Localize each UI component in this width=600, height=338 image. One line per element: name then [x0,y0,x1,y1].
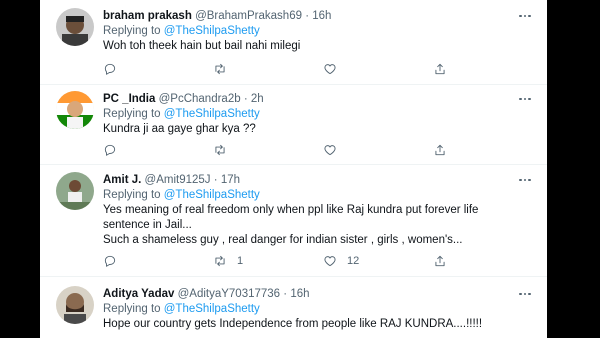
display-name[interactable]: Amit J. [103,174,141,186]
tweet-actions [103,62,473,76]
mention-link[interactable]: @TheShilpaShetty [164,189,260,201]
mention-link[interactable]: @TheShilpaShetty [164,303,260,315]
like-icon [324,256,336,267]
mention-link[interactable]: @TheShilpaShetty [164,108,260,120]
tweet-header: braham prakash @BrahamPrakash69 · 16h [103,10,332,22]
tweet-header: Amit J. @Amit9125J · 17h [103,174,240,186]
share-icon [435,63,445,75]
share-button[interactable] [433,62,473,76]
retweet-button[interactable] [213,62,253,76]
more-icon[interactable] [517,175,533,185]
like-button[interactable] [323,62,363,76]
display-name[interactable]: PC _India [103,93,155,105]
like-button[interactable]: 12 [323,254,363,268]
avatar[interactable] [56,91,94,129]
tweet-text: Yes meaning of real freedom only when pp… [103,204,479,246]
avatar[interactable] [56,286,94,324]
share-icon [435,255,445,267]
reply-button[interactable] [103,143,143,157]
share-button[interactable] [433,143,473,157]
replying-to: Replying to @TheShilpaShetty [103,25,260,37]
replying-to: Replying to @TheShilpaShetty [103,189,260,201]
like-button[interactable] [323,143,363,157]
tweet[interactable]: braham prakash @BrahamPrakash69 · 16h Re… [40,0,547,85]
retweet-icon [215,144,225,156]
tweet-text: Hope our country gets Independence from … [103,318,483,330]
like-icon [324,145,336,156]
handle[interactable]: @PcChandra2b [159,93,241,105]
retweet-icon [215,63,225,75]
reply-icon [104,144,116,156]
tweet[interactable]: Aditya Yadav @AdityaY70317736 · 16h Repl… [40,277,547,338]
share-button[interactable] [433,254,473,268]
more-icon[interactable] [517,289,533,299]
handle[interactable]: @Amit9125J [145,174,211,186]
mention-link[interactable]: @TheShilpaShetty [164,25,260,37]
reply-icon [104,255,116,267]
tweet-text: Kundra ji aa gaye ghar kya ?? [103,123,256,135]
retweet-button[interactable] [213,143,253,157]
reply-button[interactable] [103,254,143,268]
share-icon [435,144,445,156]
like-icon [324,64,336,75]
tweet-text: Woh toh theek hain but bail nahi milegi [103,40,301,52]
like-count: 12 [347,255,360,267]
retweet-button[interactable]: 1 [213,254,253,268]
reply-icon [104,63,116,75]
more-icon[interactable] [517,94,533,104]
timestamp[interactable]: 16h [312,10,331,22]
display-name[interactable]: Aditya Yadav [103,288,174,300]
tweet[interactable]: Amit J. @Amit9125J · 17h Replying to @Th… [40,165,547,277]
avatar[interactable] [56,172,94,210]
reply-thread: braham prakash @BrahamPrakash69 · 16h Re… [40,0,547,338]
tweet-header: PC _India @PcChandra2b · 2h [103,93,264,105]
tweet-actions [103,143,473,157]
timestamp[interactable]: 2h [251,93,264,105]
display-name[interactable]: braham prakash [103,10,192,22]
reply-button[interactable] [103,62,143,76]
avatar[interactable] [56,8,94,46]
timestamp[interactable]: 17h [221,174,240,186]
tweet-header: Aditya Yadav @AdityaY70317736 · 16h [103,288,310,300]
tweet[interactable]: PC _India @PcChandra2b · 2h Replying to … [40,85,547,165]
replying-to: Replying to @TheShilpaShetty [103,108,260,120]
timestamp[interactable]: 16h [290,288,309,300]
retweet-icon [215,255,225,267]
replying-to: Replying to @TheShilpaShetty [103,303,260,315]
retweet-count: 1 [237,255,244,267]
handle[interactable]: @BrahamPrakash69 [195,10,302,22]
more-icon[interactable] [517,11,533,21]
handle[interactable]: @AdityaY70317736 [178,288,280,300]
tweet-actions: 1 12 [103,254,473,268]
